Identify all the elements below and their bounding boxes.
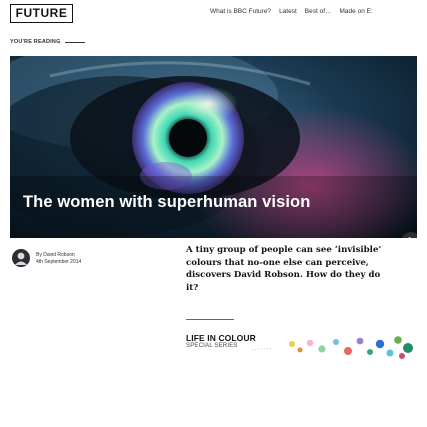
article-summary: A tiny group of people can see ‘invisibl… (186, 245, 382, 293)
author-name[interactable]: By David Robson (36, 252, 81, 259)
future-logo[interactable]: FUTURE (10, 4, 73, 23)
nav-what-is-future[interactable]: What is BBC Future? (210, 8, 271, 15)
chevron-right-icon (408, 237, 411, 238)
author-avatar[interactable] (12, 249, 30, 267)
series-subtitle: SPECIAL SERIES (186, 343, 238, 349)
top-bar: FUTURE What is BBC Future? Latest Best o… (0, 0, 427, 26)
top-nav: What is BBC Future? Latest Best of… Made… (210, 8, 373, 15)
reading-divider (64, 41, 85, 43)
series-banner-art (252, 336, 413, 359)
author-photo-icon (15, 252, 27, 265)
series-title: LIFE IN COLOUR (186, 333, 256, 343)
hero-image[interactable]: The women with superhuman vision (10, 56, 417, 238)
summary-divider (186, 319, 234, 320)
publish-date: 4th September 2014 (36, 259, 82, 265)
reading-indicator: YOU'RE READING (10, 37, 85, 47)
byline: By David Robson 4th September 2014 (36, 252, 81, 266)
nav-made-on[interactable]: Made on E: (340, 8, 373, 15)
hero-title[interactable]: The women with superhuman vision (23, 193, 310, 212)
nav-latest[interactable]: Latest (279, 8, 297, 15)
nav-best-of[interactable]: Best of… (305, 8, 332, 15)
reading-label: YOU'RE READING (10, 39, 61, 45)
series-link[interactable]: LIFE IN COLOUR SPECIAL SERIES (186, 330, 416, 362)
next-arrow-button[interactable] (401, 232, 417, 238)
